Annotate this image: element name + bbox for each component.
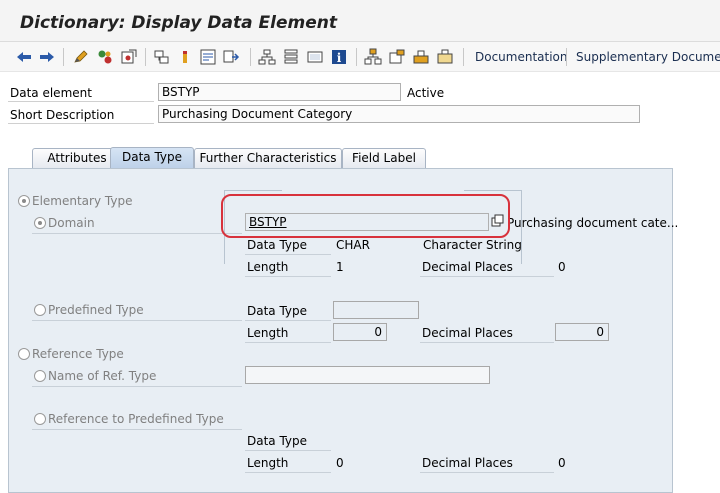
elementary-data-type-value: CHAR	[336, 238, 370, 252]
domain-highlight-box	[221, 194, 510, 238]
ref-predefined-type-radio[interactable]	[34, 413, 46, 425]
elementary-data-type-desc: Character String	[423, 238, 522, 252]
short-description-label: Short Description	[10, 108, 115, 122]
elementary-length-label: Length	[247, 260, 289, 274]
divider	[32, 386, 242, 387]
tab-attributes[interactable]: Attributes	[32, 148, 122, 168]
divider	[32, 429, 242, 430]
predefined-data-type-field[interactable]	[333, 301, 419, 319]
ref-decimal-places-label: Decimal Places	[422, 456, 513, 470]
reference-type-radio[interactable]	[18, 348, 30, 360]
tab-field-label[interactable]: Field Label	[342, 148, 426, 168]
supplementary-documentation-button[interactable]: Supplementary Documentat	[576, 50, 720, 64]
ref-decimal-places-value: 0	[558, 456, 566, 470]
navigate-icon[interactable]	[199, 48, 217, 66]
divider	[420, 276, 554, 277]
divider	[245, 472, 331, 473]
divider	[32, 233, 242, 234]
divider	[245, 254, 331, 255]
forward-arrow-icon[interactable]	[38, 48, 56, 66]
status-text: Active	[407, 86, 445, 100]
divider	[32, 320, 242, 321]
tab-further-characteristics[interactable]: Further Characteristics	[194, 148, 342, 168]
predefined-type-label: Predefined Type	[48, 303, 144, 317]
toolbar-separator	[463, 48, 464, 66]
toolbar-separator	[566, 48, 567, 66]
info-icon[interactable]: i	[330, 48, 348, 66]
elementary-data-type-label: Data Type	[247, 238, 308, 252]
predefined-length-field[interactable]: 0	[333, 323, 387, 341]
elementary-decimal-places-label: Decimal Places	[422, 260, 513, 274]
divider	[420, 342, 554, 343]
screen-icon[interactable]	[306, 48, 324, 66]
divider	[245, 320, 331, 321]
predefined-type-radio[interactable]	[34, 304, 46, 316]
ref-type-name-radio[interactable]	[34, 370, 46, 382]
bracket-line	[224, 190, 282, 191]
divider	[245, 450, 331, 451]
domain-label: Domain	[48, 216, 95, 230]
predefined-decimal-places-label: Decimal Places	[422, 326, 513, 340]
predefined-data-type-label: Data Type	[247, 304, 308, 318]
domain-radio[interactable]	[34, 217, 46, 229]
data-element-field[interactable]: BSTYP	[158, 83, 401, 101]
short-description-field[interactable]: Purchasing Document Category	[158, 105, 640, 123]
ref-type-name-label: Name of Ref. Type	[48, 369, 157, 383]
ref-data-type-label: Data Type	[247, 434, 308, 448]
elementary-type-radio[interactable]	[18, 195, 30, 207]
stack-icon[interactable]	[282, 48, 300, 66]
hierarchy-icon[interactable]	[258, 48, 276, 66]
predefined-length-label: Length	[247, 326, 289, 340]
transport-icon[interactable]	[412, 48, 430, 66]
bracket-line	[521, 190, 522, 264]
back-arrow-icon[interactable]	[15, 48, 33, 66]
divider	[245, 276, 331, 277]
reference-type-label: Reference Type	[32, 347, 124, 361]
display-change-icon[interactable]	[96, 48, 114, 66]
svg-text:i: i	[337, 51, 342, 65]
elementary-length-value: 1	[336, 260, 344, 274]
documentation-button[interactable]: Documentation	[475, 50, 568, 64]
object-list-icon[interactable]	[222, 48, 240, 66]
ref-length-label: Length	[247, 456, 289, 470]
ref-length-value: 0	[336, 456, 344, 470]
window-title: Dictionary: Display Data Element	[20, 13, 337, 33]
divider	[420, 472, 554, 473]
window-icon[interactable]	[436, 48, 454, 66]
bracket-line	[464, 190, 522, 191]
folder-icon[interactable]	[388, 48, 406, 66]
ref-type-name-field[interactable]	[245, 366, 490, 384]
toolbar-separator	[250, 48, 251, 66]
toolbar-separator	[145, 48, 146, 66]
predefined-decimal-places-field[interactable]: 0	[555, 323, 609, 341]
elementary-decimal-places-value: 0	[558, 260, 566, 274]
toolbar-separator	[356, 48, 357, 66]
ref-predefined-type-label: Reference to Predefined Type	[48, 412, 224, 426]
check-icon[interactable]	[120, 48, 138, 66]
edit-pencil-icon[interactable]	[72, 48, 90, 66]
data-element-label: Data element	[10, 86, 92, 100]
divider	[245, 342, 331, 343]
tab-data-type[interactable]: Data Type	[110, 147, 194, 169]
domain-description: Purchasing document cate...	[507, 216, 679, 230]
toolbar-separator	[63, 48, 64, 66]
elementary-type-label: Elementary Type	[32, 194, 133, 208]
activate-icon[interactable]	[176, 48, 194, 66]
tree-icon[interactable]	[364, 48, 382, 66]
where-used-icon[interactable]	[153, 48, 171, 66]
